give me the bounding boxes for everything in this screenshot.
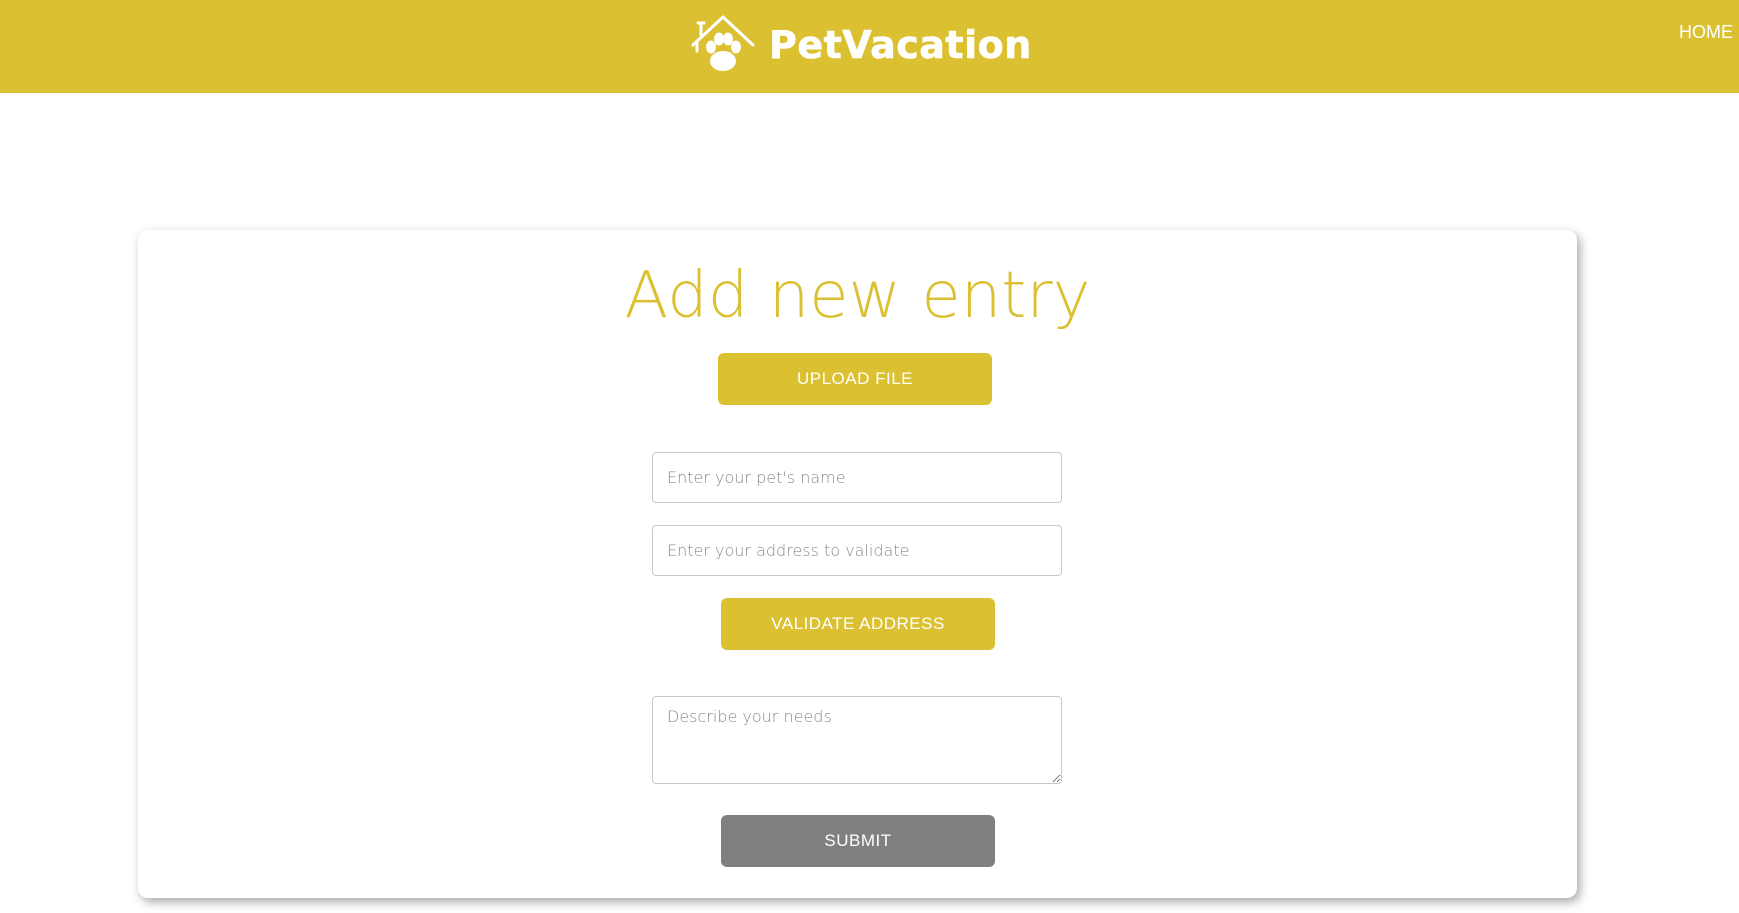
nav-home-link[interactable]: HOME xyxy=(1679,22,1733,43)
upload-file-button[interactable]: UPLOAD FILE xyxy=(718,353,992,405)
needs-textarea[interactable] xyxy=(652,696,1062,784)
house-paw-icon xyxy=(687,11,759,79)
logo[interactable]: PetVacation xyxy=(687,10,1032,80)
entry-form-card: Add new entry UPLOAD FILE VALIDATE ADDRE… xyxy=(138,230,1577,898)
page-title: Add new entry xyxy=(624,259,1091,333)
submit-button[interactable]: SUBMIT xyxy=(721,815,995,867)
logo-text: PetVacation xyxy=(769,23,1032,67)
validate-address-button[interactable]: VALIDATE ADDRESS xyxy=(721,598,995,650)
pet-name-input[interactable] xyxy=(652,452,1062,503)
address-input[interactable] xyxy=(652,525,1062,576)
header-bar: PetVacation HOME xyxy=(0,0,1739,93)
